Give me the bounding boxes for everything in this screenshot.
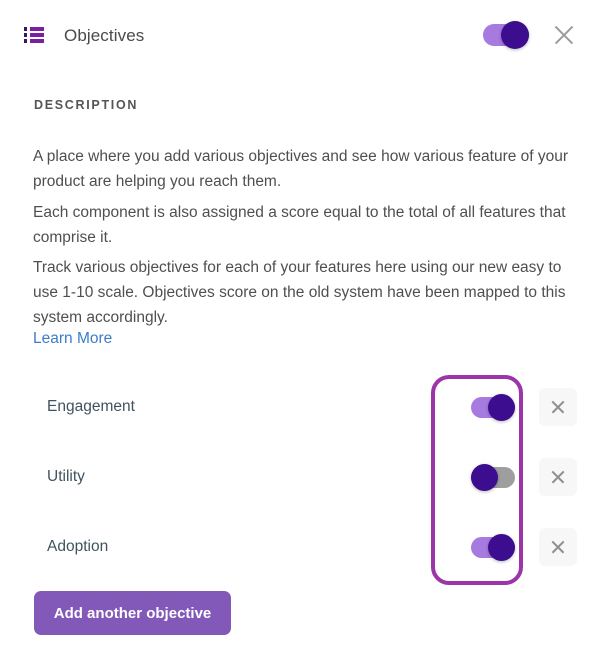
objective-row-utility: Utility: [0, 442, 597, 512]
delete-objective-adoption[interactable]: [539, 528, 577, 566]
objective-toggle-adoption[interactable]: [471, 533, 515, 561]
toggle-knob: [501, 21, 529, 49]
toggle-knob: [488, 393, 515, 421]
delete-objective-engagement[interactable]: [539, 388, 577, 426]
objective-toggle-utility[interactable]: [471, 463, 515, 491]
objective-row-controls: [471, 528, 577, 566]
learn-more-link[interactable]: Learn More: [33, 330, 112, 348]
objective-row-controls: [471, 458, 577, 496]
objective-row-adoption: Adoption: [0, 512, 597, 582]
close-icon[interactable]: [551, 22, 577, 48]
header-actions: [483, 21, 577, 49]
add-another-objective-button[interactable]: Add another objective: [34, 591, 231, 635]
list-icon: [24, 27, 44, 43]
panel-header: Objectives: [0, 0, 597, 70]
objective-row-engagement: Engagement: [0, 372, 597, 442]
description-section-label: DESCRIPTION: [34, 98, 139, 112]
delete-objective-utility[interactable]: [539, 458, 577, 496]
objective-toggle-engagement[interactable]: [471, 393, 515, 421]
objective-label: Utility: [47, 468, 85, 485]
page-title: Objectives: [64, 25, 145, 45]
objective-label: Engagement: [47, 398, 135, 415]
objective-label: Adoption: [47, 538, 109, 555]
description-paragraph-2: Each component is also assigned a score …: [33, 204, 566, 246]
description-paragraph-1: A place where you add various objectives…: [33, 148, 569, 190]
objective-row-controls: [471, 388, 577, 426]
objectives-master-toggle[interactable]: [483, 21, 529, 49]
toggle-knob: [471, 463, 498, 491]
objectives-panel: Objectives DESCRIPTION A place where you…: [0, 0, 597, 661]
objectives-list: Engagement Utility Adoption: [0, 372, 597, 582]
toggle-knob: [488, 533, 515, 561]
description-paragraph-3: Track various objectives for each of you…: [33, 259, 566, 326]
